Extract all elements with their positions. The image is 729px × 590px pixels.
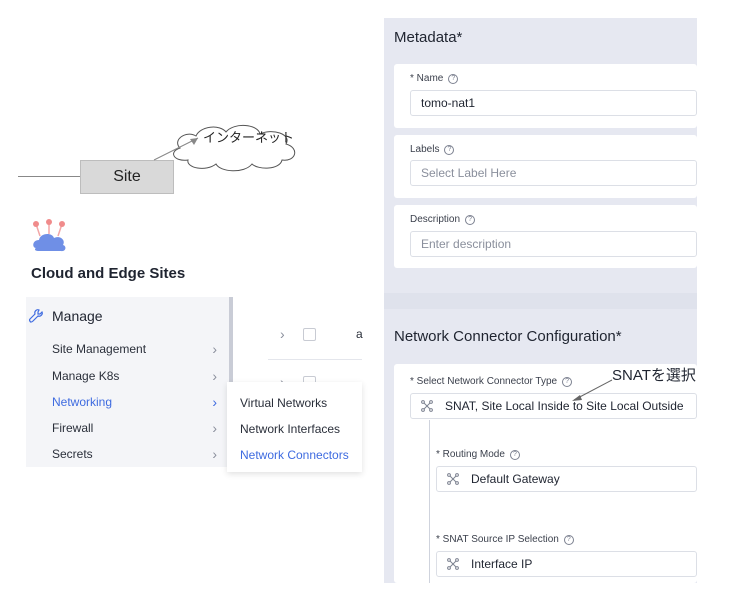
- submenu-item-network-connectors[interactable]: Network Connectors: [240, 448, 349, 462]
- name-input[interactable]: tomo-nat1: [410, 90, 697, 116]
- snat-source-label: * SNAT Source IP Selection ?: [436, 534, 574, 545]
- sidebar-item-networking[interactable]: Networking ›: [52, 391, 217, 413]
- sidebar-item-secrets[interactable]: Secrets ›: [52, 443, 217, 465]
- description-label: Description ?: [410, 214, 476, 225]
- routing-mode-value: Default Gateway: [471, 472, 560, 486]
- help-icon[interactable]: ?: [444, 144, 455, 155]
- annotation-label: SNATを選択: [612, 367, 696, 384]
- description-input[interactable]: Enter description: [410, 231, 697, 257]
- connector-type-label: * Select Network Connector Type ?: [410, 376, 573, 387]
- chevron-right-icon: ›: [212, 394, 217, 410]
- cloud-edge-icon: [33, 219, 66, 252]
- snat-source-value: Interface IP: [471, 557, 533, 571]
- menu-section-manage[interactable]: Manage: [28, 308, 103, 324]
- name-label: * Name ?: [410, 73, 459, 84]
- table-cell: a: [356, 327, 363, 341]
- sidebar-item-label: Manage K8s: [52, 369, 120, 383]
- connector-icon: [421, 400, 433, 412]
- sidebar-item-firewall[interactable]: Firewall ›: [52, 417, 217, 439]
- wrench-icon: [28, 309, 43, 323]
- connector-icon: [447, 473, 459, 485]
- sidebar-item-label: Secrets: [52, 447, 93, 461]
- sidebar-item-site-management[interactable]: Site Management ›: [52, 338, 217, 360]
- sidebar-item-manage-k8s[interactable]: Manage K8s ›: [52, 365, 217, 387]
- table-row[interactable]: › a: [268, 312, 363, 360]
- menu-section-label: Manage: [52, 308, 103, 324]
- routing-mode-label: * Routing Mode ?: [436, 449, 520, 460]
- nested-indent-line: [429, 420, 430, 583]
- chevron-right-icon: ›: [212, 446, 217, 462]
- connector-type-select[interactable]: SNAT, Site Local Inside to Site Local Ou…: [410, 393, 697, 419]
- chevron-right-icon: ›: [212, 420, 217, 436]
- section-title-network-connector-config: Network Connector Configuration*: [394, 328, 622, 345]
- help-icon[interactable]: ?: [465, 214, 476, 225]
- chevron-right-icon: ›: [212, 341, 217, 357]
- row-checkbox[interactable]: [303, 328, 316, 341]
- labels-label: Labels ?: [410, 144, 455, 155]
- section-divider: [384, 293, 697, 309]
- expand-row-icon[interactable]: ›: [280, 326, 285, 342]
- page-title: Cloud and Edge Sites: [31, 265, 186, 282]
- diagram-connector-line: [18, 176, 82, 177]
- sidebar-item-label: Firewall: [52, 421, 94, 435]
- sidebar-item-label: Site Management: [52, 342, 147, 356]
- labels-select[interactable]: Select Label Here: [410, 160, 697, 186]
- snat-source-select[interactable]: Interface IP: [436, 551, 697, 577]
- submenu-item-virtual-networks[interactable]: Virtual Networks: [240, 396, 327, 410]
- internet-label: インターネット: [203, 130, 295, 145]
- help-icon[interactable]: ?: [563, 534, 574, 545]
- section-title-metadata: Metadata*: [394, 29, 463, 46]
- submenu-item-network-interfaces[interactable]: Network Interfaces: [240, 422, 340, 436]
- sidebar-item-label: Networking: [52, 395, 113, 409]
- routing-mode-select[interactable]: Default Gateway: [436, 466, 697, 492]
- site-label: Site: [113, 168, 141, 185]
- connector-icon: [447, 558, 459, 570]
- help-icon[interactable]: ?: [448, 73, 459, 84]
- help-icon[interactable]: ?: [509, 449, 520, 460]
- chevron-right-icon: ›: [212, 368, 217, 384]
